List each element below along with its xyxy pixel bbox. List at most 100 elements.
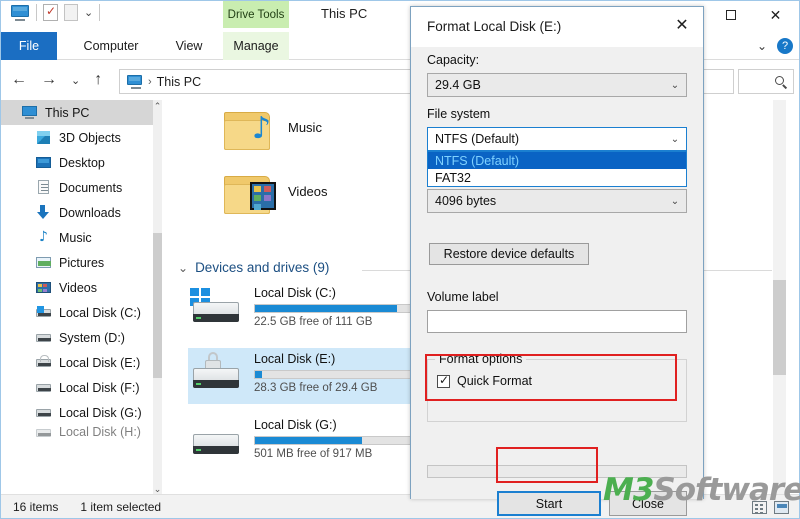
sidebar-item-local-disk-f[interactable]: Local Disk (F:) — [1, 375, 153, 400]
locked-drive-icon — [188, 352, 244, 398]
quick-format-checkbox[interactable] — [437, 373, 450, 388]
sidebar-item-label: Desktop — [59, 155, 105, 170]
tab-view[interactable]: View — [163, 32, 215, 60]
sidebar-item-label: Downloads — [59, 205, 121, 220]
search-input[interactable] — [738, 69, 794, 94]
forward-button[interactable]: → — [41, 71, 57, 89]
watermark-product: Software — [653, 472, 800, 508]
up-button[interactable]: ↑ — [94, 71, 102, 89]
tab-computer[interactable]: Computer — [67, 32, 155, 60]
quick-format-label: Quick Format — [457, 374, 533, 388]
sidebar-item-downloads[interactable]: Downloads — [1, 200, 153, 225]
dropdown-option-fat32[interactable]: FAT32 — [428, 169, 686, 186]
file-system-label: File system — [427, 107, 491, 121]
selection-count-label: 1 item selected — [80, 499, 162, 514]
sidebar-item-videos[interactable]: Videos — [1, 275, 153, 300]
sidebar-item-label: Documents — [59, 180, 123, 195]
start-button-label: Start — [535, 496, 563, 511]
file-system-dropdown-list[interactable]: NTFS (Default) FAT32 — [427, 151, 687, 187]
folder-tile-music[interactable]: ♪ Music — [222, 108, 322, 154]
window-controls: ✕ — [708, 1, 798, 29]
close-window-button[interactable]: ✕ — [753, 1, 798, 29]
sidebar-item-this-pc[interactable]: This PC — [1, 100, 153, 125]
dialog-title: Format Local Disk (E:) — [427, 19, 562, 34]
group-header-devices-and-drives[interactable]: ⌄ Devices and drives (9) — [178, 260, 329, 275]
breadcrumb-separator: › — [148, 75, 152, 88]
capacity-label: Capacity: — [427, 53, 480, 67]
sidebar-item-label: This PC — [45, 105, 90, 120]
scroll-up-icon[interactable]: ⌃ — [153, 100, 162, 113]
sidebar-item-music[interactable]: ♪ Music — [1, 225, 153, 250]
sidebar-item-pictures[interactable]: Pictures — [1, 250, 153, 275]
navigation-buttons: ← → ⌄ ↑ — [11, 71, 102, 89]
tab-file[interactable]: File — [1, 32, 57, 60]
watermark-brand: M3 — [603, 472, 654, 508]
customize-chevron-icon[interactable]: ⌄ — [84, 6, 93, 19]
start-button[interactable]: Start — [497, 491, 601, 516]
videos-folder-icon — [222, 172, 276, 218]
sidebar-item-label: Local Disk (G:) — [59, 405, 142, 420]
dropdown-option-ntfs[interactable]: NTFS (Default) — [428, 152, 686, 169]
file-system-select[interactable]: NTFS (Default) ⌄ — [427, 127, 687, 151]
sidebar-item-local-disk-c[interactable]: Local Disk (C:) — [1, 300, 153, 325]
quick-format-checkbox-row[interactable]: Quick Format — [437, 373, 533, 388]
quick-access-toolbar: ⌄ — [10, 4, 101, 21]
dropdown-option-label: NTFS (Default) — [435, 153, 520, 168]
sidebar-item-local-disk-g[interactable]: Local Disk (G:) — [1, 400, 153, 425]
new-folder-icon[interactable] — [64, 4, 78, 21]
contextual-tab-drive-tools[interactable]: Drive Tools — [223, 1, 289, 28]
properties-icon[interactable] — [43, 4, 58, 21]
sidebar-item-local-disk-e[interactable]: Local Disk (E:) — [1, 350, 153, 375]
format-options-group — [427, 359, 687, 422]
collapse-ribbon-icon[interactable]: ⌄ — [757, 39, 767, 53]
volume-label-label: Volume label — [427, 290, 499, 304]
back-button[interactable]: ← — [11, 71, 27, 89]
drive-icon — [35, 425, 52, 439]
dialog-title-bar: Format Local Disk (E:) ✕ — [411, 7, 703, 47]
sidebar-item-label: Local Disk (E:) — [59, 355, 141, 370]
sidebar-item-label: Music — [59, 230, 92, 245]
restore-device-defaults-button[interactable]: Restore device defaults — [429, 243, 589, 265]
sidebar-item-documents[interactable]: Documents — [1, 175, 153, 200]
tab-manage[interactable]: Manage — [223, 32, 289, 60]
content-scrollbar[interactable] — [773, 100, 786, 496]
sidebar-item-label: 3D Objects — [59, 130, 121, 145]
scrollbar-thumb[interactable] — [773, 280, 786, 375]
volume-label-input[interactable] — [427, 310, 687, 333]
music-icon: ♪ — [39, 229, 48, 245]
drive-icon — [188, 420, 244, 464]
drive-icon — [35, 405, 52, 420]
file-system-value: NTFS (Default) — [435, 132, 520, 146]
search-icon — [775, 75, 788, 89]
locked-drive-icon — [35, 355, 52, 370]
recent-locations-button[interactable]: ⌄ — [71, 74, 80, 87]
chevron-down-icon: ⌄ — [670, 195, 680, 207]
contextual-tab-label: Drive Tools — [227, 8, 285, 21]
nav-pane-scrollbar[interactable]: ⌃ ⌄ — [153, 100, 162, 496]
format-options-label: Format options — [435, 352, 527, 366]
tab-file-label: File — [18, 39, 40, 53]
windows-drive-icon — [35, 305, 52, 320]
dialog-close-button[interactable]: ✕ — [661, 7, 703, 43]
allocation-unit-select[interactable]: 4096 bytes ⌄ — [427, 189, 687, 213]
maximize-button[interactable] — [708, 1, 753, 29]
chevron-down-icon: ⌄ — [670, 133, 680, 145]
sidebar-item-system-d[interactable]: System (D:) — [1, 325, 153, 350]
sidebar-item-label: Videos — [59, 280, 97, 295]
documents-icon — [35, 180, 52, 195]
sidebar-item-desktop[interactable]: Desktop — [1, 150, 153, 175]
dialog-body: Capacity: 29.4 GB ⌄ File system NTFS (De… — [411, 47, 703, 516]
folder-tile-videos[interactable]: Videos — [222, 172, 328, 218]
folder-label: Videos — [288, 184, 328, 199]
help-icon[interactable]: ? — [777, 38, 793, 54]
sidebar-item-local-disk-h[interactable]: Local Disk (H:) — [1, 425, 153, 439]
chevron-down-icon[interactable]: ⌄ — [178, 261, 188, 275]
scrollbar-thumb[interactable] — [153, 233, 162, 378]
capacity-bar — [254, 370, 434, 379]
navigation-pane: This PC 3D Objects Desktop Documents Dow… — [1, 100, 162, 496]
sidebar-item-3d-objects[interactable]: 3D Objects — [1, 125, 153, 150]
capacity-select[interactable]: 29.4 GB ⌄ — [427, 73, 687, 97]
breadcrumb-segment[interactable]: This PC — [157, 75, 201, 89]
item-count-label: 16 items — [13, 499, 59, 514]
this-pc-icon[interactable] — [10, 4, 30, 21]
